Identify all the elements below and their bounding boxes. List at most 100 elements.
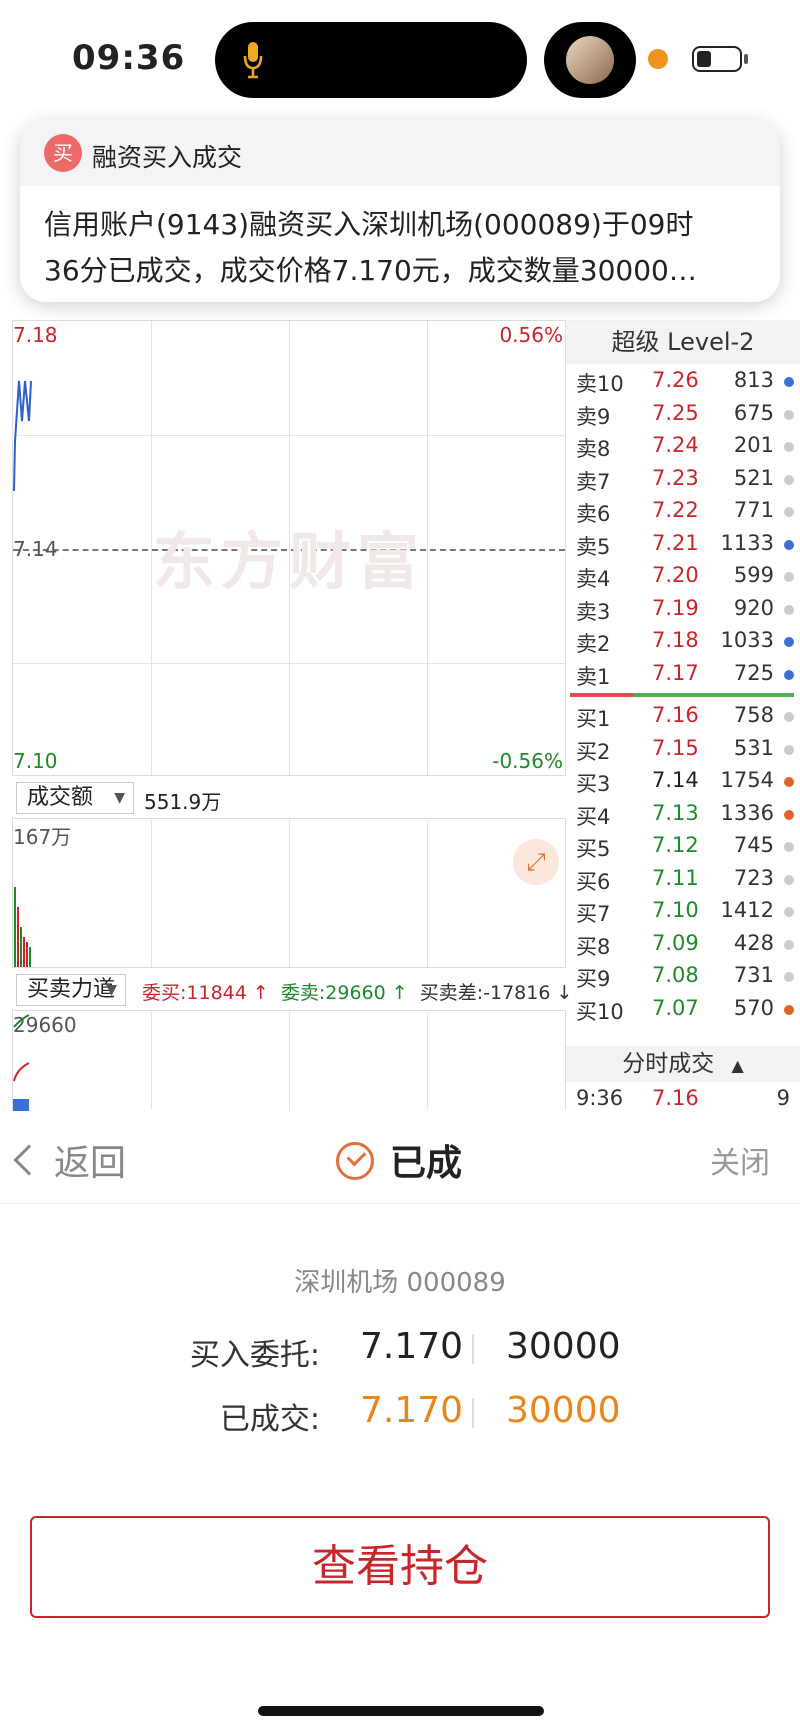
notification-header: 买 融资买入成交 <box>20 120 780 186</box>
order-status: 已成 <box>336 1134 462 1186</box>
status-bar: 09:36 <box>0 0 800 120</box>
filled-label: 已成交: <box>219 1402 320 1437</box>
battery-nub <box>744 54 748 64</box>
avatar-pill[interactable] <box>544 22 636 98</box>
order-result-sheet: 返回 已成 关闭 深圳机场 000089 买入委托: 7.170 30000 已… <box>0 1112 800 1734</box>
order-flag-dot-icon <box>784 669 794 680</box>
order-flag-dot-icon <box>784 442 794 452</box>
filled-quantity: 30000 <box>506 1390 621 1431</box>
order-price: 7.170 <box>360 1326 464 1367</box>
order-flag-dot-icon <box>784 1004 794 1015</box>
chevron-left-icon <box>13 1144 45 1176</box>
bid-row[interactable]: 买3 7.14 1754 <box>566 764 800 797</box>
ask-row[interactable]: 卖4 7.20 599 <box>566 559 800 592</box>
bid-level: 买2 <box>576 739 611 764</box>
ask-volume: 771 <box>733 498 774 522</box>
intraday-chart[interactable]: 东方财富 7.18 0.56% 7.14 7.10 -0.56% <box>12 320 566 776</box>
bid-volume: 1412 <box>720 898 774 922</box>
volume-value: 551.9万 <box>144 790 222 814</box>
force-chart[interactable]: 29660 <box>12 1010 566 1111</box>
screen: 09:36 买 融资买入成交 信用账户(9143)融资买入深圳机场(000089… <box>0 0 800 1734</box>
ask-price: 7.23 <box>652 465 699 490</box>
bid-row[interactable]: 买4 7.13 1336 <box>566 797 800 830</box>
bid-price: 7.09 <box>652 930 699 955</box>
ask-level: 卖1 <box>576 664 611 689</box>
sheet-header: 返回 已成 关闭 <box>0 1112 800 1204</box>
order-flag-dot-icon <box>784 539 794 550</box>
volume-axis-max: 167万 <box>13 825 72 849</box>
book-divider <box>566 689 800 699</box>
bid-price: 7.12 <box>652 833 699 857</box>
ask-volume: 1033 <box>720 628 774 652</box>
separator <box>472 1398 474 1428</box>
caret-up-icon: ▲ <box>731 1056 744 1075</box>
back-button[interactable]: 返回 <box>13 1134 126 1186</box>
volume-selector[interactable]: 成交额 ▼ <box>16 782 134 814</box>
bid-volume: 570 <box>733 995 774 1020</box>
force-toolbar: 买卖力道 ▼ 委买:11844 ↑ 委卖:29660 ↑ 买卖差:-17816 … <box>12 970 572 1010</box>
order-flag-dot-icon <box>784 604 794 615</box>
close-button[interactable]: 关闭 <box>710 1138 770 1182</box>
bid-price: 7.10 <box>652 898 699 922</box>
price-line <box>13 380 32 492</box>
ask-row[interactable]: 卖8 7.24 201 <box>566 429 800 462</box>
bid-level: 买4 <box>576 804 611 829</box>
tick-trades-label: 分时成交 <box>622 1051 715 1077</box>
bid-row[interactable]: 买5 7.12 745 <box>566 829 800 862</box>
order-book[interactable]: 超级 Level-2 卖10 7.26 813 卖9 7.25 675 卖8 7.24 201 卖… <box>566 320 800 1112</box>
bid-row[interactable]: 买8 7.09 428 <box>566 927 800 960</box>
force-lines <box>13 1014 30 1111</box>
ask-volume: 725 <box>733 660 774 685</box>
ask-row[interactable]: 卖7 7.23 521 <box>566 462 800 495</box>
view-holdings-button[interactable]: 查看持仓 <box>30 1516 770 1618</box>
bid-volume: 428 <box>733 930 774 955</box>
ask-row[interactable]: 卖1 7.17 725 <box>566 657 800 690</box>
ask-level: 卖2 <box>576 632 611 656</box>
bid-row[interactable]: 买1 7.16 758 <box>566 699 800 732</box>
expand-icon[interactable]: ⤢ <box>513 839 559 885</box>
ask-row[interactable]: 卖5 7.21 1133 <box>566 527 800 560</box>
microphone-icon <box>243 42 263 79</box>
bid-price: 7.16 <box>652 703 699 727</box>
bid-row[interactable]: 买6 7.11 723 <box>566 862 800 895</box>
order-flag-dot-icon <box>784 572 794 582</box>
ask-price: 7.24 <box>652 433 699 457</box>
ask-row[interactable]: 卖9 7.25 675 <box>566 397 800 430</box>
home-indicator[interactable] <box>258 1706 544 1716</box>
bid-row[interactable]: 买2 7.15 531 <box>566 732 800 765</box>
ask-row[interactable]: 卖2 7.18 1033 <box>566 624 800 657</box>
bid-row[interactable]: 买9 7.08 731 <box>566 959 800 992</box>
ask-row[interactable]: 卖3 7.19 920 <box>566 592 800 625</box>
tick-trades-header[interactable]: 分时成交 ▲ <box>566 1046 800 1082</box>
stock-name: 深圳机场 000089 <box>294 1268 506 1298</box>
bid-price: 7.15 <box>652 735 699 760</box>
separator <box>472 1334 474 1364</box>
buy-badge-icon: 买 <box>44 134 82 172</box>
trade-notification[interactable]: 买 融资买入成交 信用账户(9143)融资买入深圳机场(000089)于09时 … <box>20 120 780 302</box>
force-selector[interactable]: 买卖力道 ▼ <box>16 974 126 1006</box>
bid-volume: 1336 <box>720 800 774 825</box>
trade-time: 9:36 <box>576 1086 624 1110</box>
order-flag-dot-icon <box>784 842 794 852</box>
volume-chart[interactable]: 167万 ⤢ <box>12 818 566 968</box>
filled-price: 7.170 <box>360 1390 464 1431</box>
trade-volume: 9 <box>776 1086 790 1110</box>
ask-row[interactable]: 卖6 7.22 771 <box>566 494 800 527</box>
ask-level: 卖5 <box>576 534 611 559</box>
ask-volume: 201 <box>733 433 774 457</box>
pct-low-label: -0.56% <box>492 749 563 773</box>
order-flag-dot-icon <box>784 744 794 755</box>
pct-high-label: 0.56% <box>499 323 563 347</box>
trade-price: 7.16 <box>652 1086 699 1110</box>
bid-price: 7.07 <box>652 995 699 1020</box>
dynamic-island[interactable] <box>215 22 527 98</box>
notification-title: 融资买入成交 <box>92 143 243 172</box>
bid-row[interactable]: 买7 7.10 1412 <box>566 894 800 927</box>
ask-level: 卖6 <box>576 502 611 526</box>
dropdown-triangle-icon: ▼ <box>106 982 117 998</box>
watermark: 东方财富 <box>153 525 426 598</box>
bid-row[interactable]: 买10 7.07 570 <box>566 992 800 1025</box>
ask-row[interactable]: 卖10 7.26 813 <box>566 364 800 397</box>
bid-level: 买9 <box>576 967 611 991</box>
ask-price: 7.20 <box>652 563 699 587</box>
